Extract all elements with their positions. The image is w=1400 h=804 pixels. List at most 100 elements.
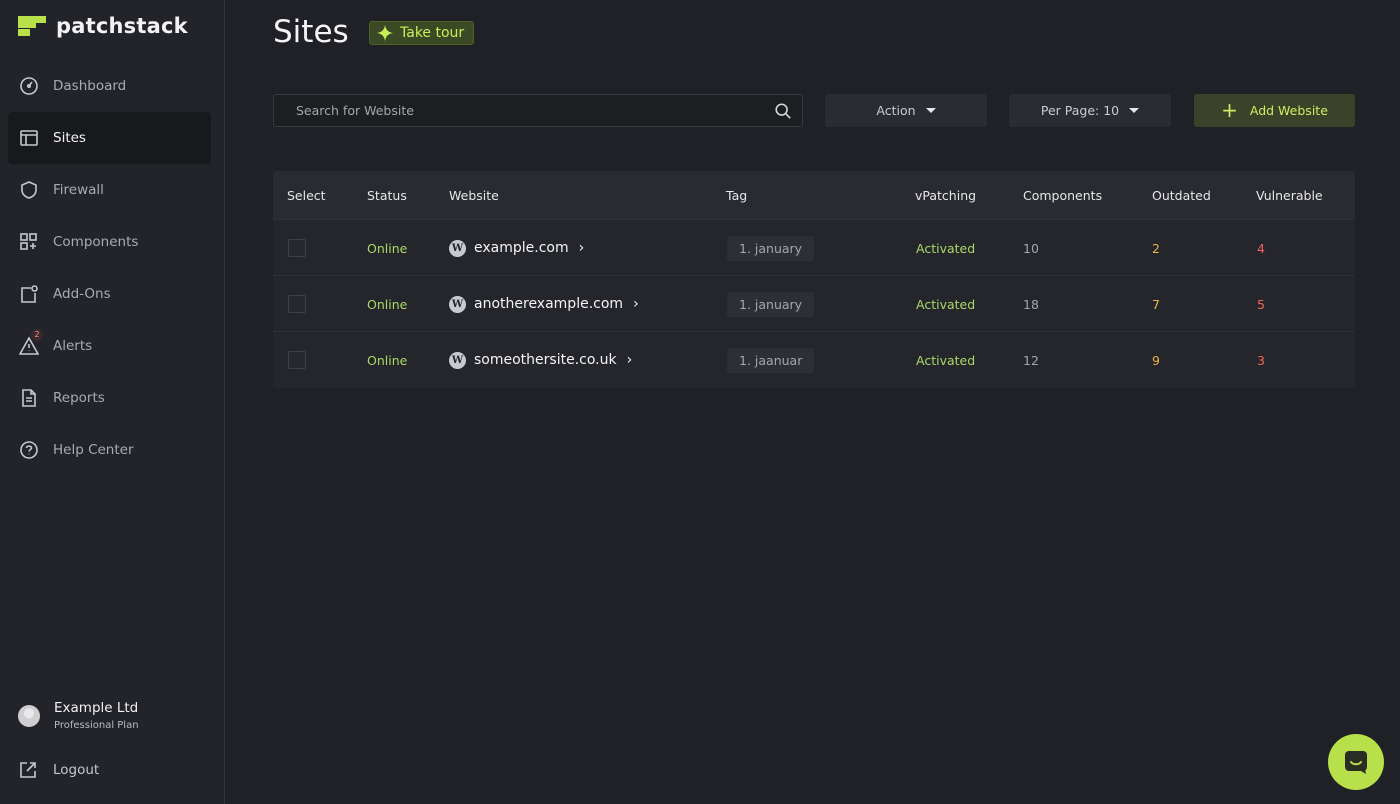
sidebar-item-alerts[interactable]: 2 Alerts [8, 320, 211, 372]
sparkle-icon [376, 24, 394, 42]
patchstack-logo-icon [18, 16, 46, 36]
external-link-icon [20, 762, 36, 778]
tag-badge: 1. january [727, 235, 815, 261]
sidebar-item-firewall[interactable]: Firewall [8, 164, 211, 216]
brand-name: patchstack [56, 14, 188, 38]
website-name: someothersite.co.uk [474, 352, 617, 368]
search-input[interactable] [274, 95, 802, 126]
column-header-select: Select [287, 188, 326, 203]
vpatching-status: Activated [916, 352, 976, 368]
sidebar-item-label: Reports [53, 390, 105, 406]
take-tour-label: Take tour [400, 25, 465, 41]
vulnerable-count: 3 [1257, 352, 1265, 368]
report-icon [18, 387, 40, 409]
status-text: Online [367, 296, 408, 312]
sites-icon [18, 127, 40, 149]
website-name: anotherexample.com [474, 296, 624, 312]
sidebar-item-label: Alerts [53, 338, 93, 354]
caret-down-icon [1129, 108, 1140, 113]
shield-icon [18, 179, 40, 201]
action-dropdown-label: Action [876, 103, 916, 118]
outdated-count: 9 [1152, 352, 1160, 368]
account-name: Example Ltd [54, 700, 139, 716]
avatar [18, 704, 40, 727]
dashboard-icon [18, 75, 40, 97]
sidebar-nav: Dashboard Sites Firewall Components Add-… [8, 60, 211, 476]
table-header: Select Status Website Tag vPatching Comp… [273, 171, 1355, 219]
logout-button[interactable]: Logout [18, 760, 99, 780]
components-count: 18 [1023, 296, 1039, 312]
wordpress-icon: W [449, 295, 466, 313]
column-header-tag: Tag [726, 188, 748, 203]
column-header-status: Status [367, 188, 407, 203]
website-link[interactable]: W someothersite.co.uk › [449, 332, 632, 388]
chevron-right-icon: › [578, 240, 585, 256]
chevron-right-icon: › [626, 352, 633, 368]
chevron-right-icon: › [633, 296, 639, 312]
addons-icon [18, 283, 40, 305]
app: patchstack Dashboard Sites Firewall Comp… [0, 0, 1400, 804]
plus-icon: + [1221, 97, 1238, 122]
per-page-label: Per Page: 10 [1040, 103, 1120, 118]
wordpress-icon: W [449, 351, 466, 369]
take-tour-button[interactable]: Take tour [369, 21, 475, 45]
action-dropdown[interactable]: Action [825, 94, 987, 127]
table-row: Online W example.com › 1. january Activa… [273, 219, 1355, 275]
sidebar-item-help-center[interactable]: Help Center [8, 424, 211, 476]
sidebar-item-label: Dashboard [53, 78, 127, 94]
table-row: Online W someothersite.co.uk › 1. jaanua… [273, 331, 1355, 387]
account-plan: Professional Plan [54, 720, 139, 731]
page-title: Sites [273, 14, 349, 50]
column-header-vpatching: vPatching [915, 188, 977, 203]
sidebar-item-addons[interactable]: Add-Ons [8, 268, 211, 320]
sidebar-item-components[interactable]: Components [8, 216, 211, 268]
vulnerable-count: 4 [1257, 240, 1265, 256]
search-icon[interactable] [774, 102, 792, 120]
vulnerable-count: 5 [1257, 296, 1265, 312]
sidebar-item-label: Sites [53, 130, 86, 146]
alerts-count-badge: 2 [31, 329, 43, 341]
sidebar-item-sites[interactable]: Sites [8, 112, 211, 164]
chat-icon [1345, 751, 1367, 774]
outdated-count: 7 [1152, 296, 1160, 312]
sidebar-item-label: Add-Ons [53, 286, 111, 302]
search-box [273, 94, 803, 127]
wordpress-icon: W [449, 239, 466, 257]
components-icon [18, 231, 40, 253]
components-count: 12 [1023, 352, 1039, 368]
row-select-checkbox[interactable] [288, 239, 306, 257]
sidebar-item-dashboard[interactable]: Dashboard [8, 60, 211, 112]
column-header-components: Components [1023, 188, 1103, 203]
sidebar-item-reports[interactable]: Reports [8, 372, 211, 424]
account-info[interactable]: Example Ltd Professional Plan [18, 700, 139, 731]
sidebar: patchstack Dashboard Sites Firewall Comp… [0, 0, 225, 804]
status-text: Online [367, 240, 408, 256]
website-name: example.com [474, 240, 569, 256]
sidebar-item-label: Components [53, 234, 139, 250]
tag-badge: 1. january [727, 291, 815, 317]
caret-down-icon [925, 108, 936, 113]
website-link[interactable]: W example.com › [449, 220, 584, 276]
sidebar-item-label: Help Center [53, 442, 134, 458]
tag-badge: 1. jaanuar [727, 347, 815, 373]
row-select-checkbox[interactable] [288, 351, 306, 369]
column-header-outdated: Outdated [1152, 188, 1211, 203]
brand-logo[interactable]: patchstack [18, 14, 188, 38]
sidebar-item-label: Firewall [53, 182, 104, 198]
sites-table: Select Status Website Tag vPatching Comp… [273, 171, 1355, 388]
add-website-button[interactable]: + Add Website [1194, 94, 1355, 127]
add-website-label: Add Website [1249, 103, 1328, 118]
vpatching-status: Activated [916, 296, 976, 312]
column-header-vulnerable: Vulnerable [1256, 188, 1323, 203]
table-row: Online W anotherexample.com › 1. january… [273, 275, 1355, 331]
row-select-checkbox[interactable] [288, 295, 306, 313]
alert-icon: 2 [18, 329, 43, 357]
website-link[interactable]: W anotherexample.com › [449, 276, 639, 332]
chat-launcher-button[interactable] [1328, 734, 1384, 790]
outdated-count: 2 [1152, 240, 1160, 256]
status-text: Online [367, 352, 408, 368]
per-page-dropdown[interactable]: Per Page: 10 [1009, 94, 1171, 127]
vpatching-status: Activated [916, 240, 976, 256]
components-count: 10 [1023, 240, 1039, 256]
help-icon [18, 439, 40, 461]
